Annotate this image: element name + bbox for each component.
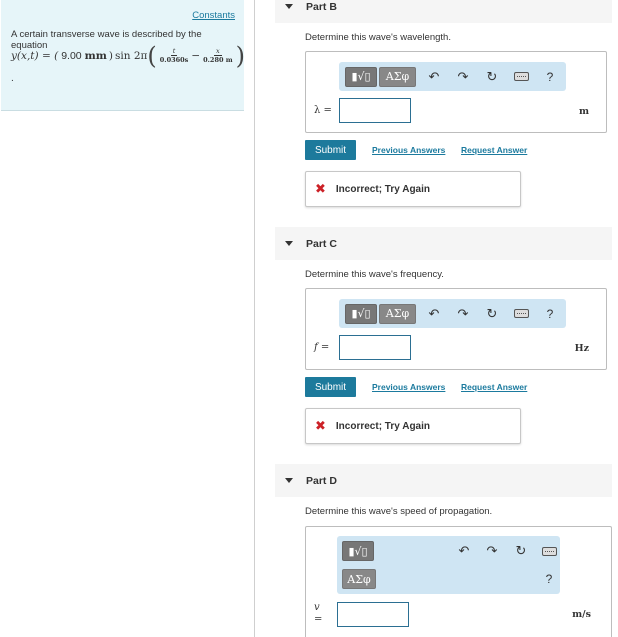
part-c-question: Determine this wave's frequency. xyxy=(305,269,444,280)
part-d-question: Determine this wave's speed of propagati… xyxy=(305,506,493,517)
part-c-previous-answers-link[interactable]: Previous Answers xyxy=(372,382,445,392)
keyboard-icon[interactable] xyxy=(511,304,531,324)
part-b-feedback-message: Incorrect; Try Again xyxy=(335,183,431,195)
part-c-answer-input[interactable] xyxy=(339,335,411,360)
part-d-unit: m/s xyxy=(572,609,591,620)
part-b-feedback: ✖ Incorrect; Try Again xyxy=(305,171,521,207)
part-c-unit: Hz xyxy=(574,343,589,354)
equation-sin: sin 2π xyxy=(114,50,148,62)
part-d-variable-label: v xyxy=(314,602,320,613)
equation-t-fraction: t 0.0360s xyxy=(159,47,189,65)
part-b-unit: m xyxy=(578,106,589,117)
incorrect-x-icon: ✖ xyxy=(315,181,326,196)
part-c-request-answer-link[interactable]: Request Answer xyxy=(461,382,527,392)
reset-icon[interactable]: ↻ xyxy=(482,67,502,87)
equation-lhs: y(x,t) = ( xyxy=(11,50,59,62)
undo-icon[interactable]: ↶ xyxy=(424,67,444,87)
problem-trailing: . xyxy=(11,73,14,84)
greek-symbols-button[interactable]: ΑΣφ xyxy=(379,66,416,87)
constants-link[interactable]: Constants xyxy=(192,10,235,21)
t-numerator: t xyxy=(170,47,178,56)
wave-equation: y(x,t) = ( 9.00 mm ) sin 2π ( t 0.0360s … xyxy=(11,42,246,70)
reset-icon[interactable]: ↻ xyxy=(511,541,531,561)
part-b-submit-button[interactable]: Submit xyxy=(305,140,356,160)
equation-minus: − xyxy=(191,50,201,62)
equation-left-paren: ( xyxy=(147,42,157,70)
redo-icon[interactable]: ↷ xyxy=(453,304,473,324)
part-c-feedback: ✖ Incorrect; Try Again xyxy=(305,408,521,444)
part-d-answer-input[interactable] xyxy=(337,602,409,627)
templates-button[interactable]: ▮√▯ xyxy=(342,541,374,561)
part-c-header[interactable]: Part C xyxy=(275,227,612,260)
part-c-variable-label: f = xyxy=(314,342,330,353)
greek-symbols-button[interactable]: ΑΣφ xyxy=(379,303,416,324)
caret-down-icon xyxy=(285,4,293,9)
part-b-toolbar: ▮√▯ ΑΣφ ↶ ↷ ↻ ? xyxy=(339,62,566,91)
part-c-answer-box: ▮√▯ ΑΣφ ↶ ↷ ↻ ? f = Hz xyxy=(305,288,607,370)
equation-x-fraction: x 0.280 m xyxy=(203,47,233,65)
part-c-feedback-message: Incorrect; Try Again xyxy=(335,420,431,432)
part-d-answer-box: ▮√▯ ΑΣφ ↶ ↷ ↻ ? v = m/s xyxy=(305,526,612,637)
equation-amp-unit: mm xyxy=(84,50,107,62)
part-b-previous-answers-link[interactable]: Previous Answers xyxy=(372,145,445,155)
part-c-submit-button[interactable]: Submit xyxy=(305,377,356,397)
part-b-answer-input[interactable] xyxy=(339,98,411,123)
part-b-variable-label: λ = xyxy=(314,105,332,116)
part-d-header[interactable]: Part D xyxy=(275,464,612,497)
panel-divider xyxy=(254,0,255,637)
equation-amplitude: 9.00 xyxy=(61,50,82,62)
undo-icon[interactable]: ↶ xyxy=(454,541,474,561)
part-b-header[interactable]: Part B xyxy=(275,0,612,23)
x-denominator: 0.280 m xyxy=(203,56,233,64)
part-b-question: Determine this wave's wavelength. xyxy=(305,32,451,43)
part-d-toolbar: ▮√▯ ΑΣφ ↶ ↷ ↻ ? xyxy=(337,536,560,594)
redo-icon[interactable]: ↷ xyxy=(453,67,473,87)
part-d-equals: = xyxy=(314,614,323,625)
help-icon[interactable]: ? xyxy=(540,67,560,87)
caret-down-icon xyxy=(285,478,293,483)
redo-icon[interactable]: ↷ xyxy=(482,541,502,561)
caret-down-icon xyxy=(285,241,293,246)
part-b-answer-box: ▮√▯ ΑΣφ ↶ ↷ ↻ ? λ = m xyxy=(305,51,607,133)
part-c-title: Part C xyxy=(306,237,337,250)
part-b-request-answer-link[interactable]: Request Answer xyxy=(461,145,527,155)
equation-close-paren: ) xyxy=(108,50,113,62)
part-c-toolbar: ▮√▯ ΑΣφ ↶ ↷ ↻ ? xyxy=(339,299,566,328)
part-d-title: Part D xyxy=(306,474,337,487)
templates-button[interactable]: ▮√▯ xyxy=(345,303,377,324)
incorrect-x-icon: ✖ xyxy=(315,418,326,433)
help-icon[interactable]: ? xyxy=(540,304,560,324)
reset-icon[interactable]: ↻ xyxy=(482,304,502,324)
x-numerator: x xyxy=(214,47,222,56)
templates-button[interactable]: ▮√▯ xyxy=(345,66,377,87)
keyboard-icon[interactable] xyxy=(511,67,531,87)
t-denominator: 0.0360s xyxy=(159,56,189,64)
problem-panel: Constants A certain transverse wave is d… xyxy=(1,0,246,111)
help-icon[interactable]: ? xyxy=(539,569,559,589)
undo-icon[interactable]: ↶ xyxy=(424,304,444,324)
keyboard-icon[interactable] xyxy=(539,541,559,561)
greek-symbols-button[interactable]: ΑΣφ xyxy=(342,569,376,589)
equation-right-paren: ) xyxy=(235,42,246,70)
part-b-title: Part B xyxy=(306,0,337,13)
